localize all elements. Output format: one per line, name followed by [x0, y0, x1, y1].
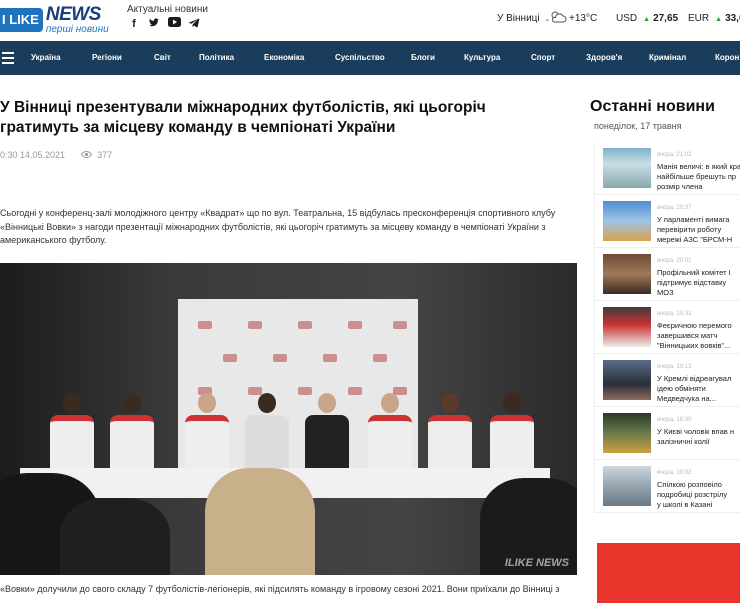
logo-ilike: I LIKE	[0, 8, 43, 32]
weather-widget: +13°C	[549, 10, 597, 27]
cloud-sun-icon	[549, 10, 567, 27]
latest-news-date: понеділок, 17 травня	[594, 121, 682, 131]
facebook-icon[interactable]: f	[127, 17, 141, 31]
advertisement-banner[interactable]	[597, 543, 740, 603]
youtube-icon[interactable]	[167, 17, 181, 31]
arrow-up-icon: ▲	[715, 16, 723, 23]
nav-item-crime[interactable]: Кримінал	[649, 53, 686, 62]
list-item[interactable]: вчора, 20:37 У парламенті вимага перевір…	[595, 195, 740, 248]
news-thumbnail	[603, 254, 651, 294]
social-links: f	[127, 17, 201, 31]
latest-news-list: вчора, 21:02 Манія величі: в який кра на…	[594, 142, 740, 513]
news-thumbnail	[603, 466, 651, 506]
site-header: I LIKE NEWS перші новини Актуальні новин…	[0, 0, 740, 41]
latest-news-title: Останні новини	[590, 98, 715, 115]
twitter-icon[interactable]	[147, 17, 161, 31]
news-thumbnail	[603, 360, 651, 400]
list-item[interactable]: вчора, 18:02 Спілкою розповіло подробиці…	[595, 460, 740, 513]
photo-watermark: ILIKE NEWS	[504, 557, 569, 569]
nav-item-ukraine[interactable]: Україна	[31, 53, 61, 62]
article-lead: Сьогодні у конференц-залі молодіжного це…	[0, 208, 556, 245]
actual-news-label[interactable]: Актуальні новини	[127, 4, 208, 15]
list-item[interactable]: вчора, 19:13 У Кремлі відреагувал ідею о…	[595, 354, 740, 407]
news-thumbnail	[603, 148, 651, 188]
currency-usd: USD ▲ 27,65	[616, 13, 679, 24]
news-thumbnail	[603, 307, 651, 347]
site-logo[interactable]: I LIKE NEWS перші новини	[0, 4, 109, 36]
list-item[interactable]: вчора, 18:30 У Києві чоловік впав н залі…	[595, 407, 740, 460]
eye-icon	[80, 150, 93, 160]
article-date: 0:30 14.05.2021	[0, 150, 66, 160]
main-nav: Україна Регіони Світ Політика Економіка …	[0, 41, 740, 75]
list-item[interactable]: вчора, 19:32 Феєричною перемого завершив…	[595, 301, 740, 354]
news-thumbnail	[603, 201, 651, 241]
temperature: +13°C	[569, 13, 598, 24]
nav-item-corona[interactable]: Корон	[715, 53, 739, 62]
currency-eur: EUR▲33,60	[688, 13, 740, 24]
news-thumbnail	[603, 413, 651, 453]
arrow-up-icon: ▲	[643, 16, 651, 23]
telegram-icon[interactable]	[187, 17, 201, 31]
article-title: У Вінниці презентували міжнародних футбо…	[0, 99, 486, 136]
city-selector[interactable]: У Вінниці ⌄	[497, 13, 550, 24]
article-paragraph: «Вовки» долучили до свого складу 7 футбо…	[0, 584, 560, 594]
logo-news-text: NEWS	[45, 3, 101, 25]
nav-item-blogs[interactable]: Блоги	[411, 53, 435, 62]
article-meta: 0:30 14.05.2021 377	[0, 150, 112, 160]
nav-item-regions[interactable]: Регіони	[92, 53, 122, 62]
list-item[interactable]: вчора, 20:01 Профільний комітет І підтри…	[595, 248, 740, 301]
article-photo: ILIKE NEWS	[0, 263, 577, 575]
hamburger-menu-icon[interactable]	[2, 52, 14, 67]
nav-item-health[interactable]: Здоров'я	[586, 53, 622, 62]
nav-item-economy[interactable]: Економіка	[264, 53, 304, 62]
nav-item-sport[interactable]: Спорт	[531, 53, 555, 62]
nav-item-world[interactable]: Світ	[154, 53, 171, 62]
logo-subtitle: перші новини	[45, 23, 109, 35]
nav-item-society[interactable]: Суспільство	[335, 53, 385, 62]
list-item[interactable]: вчора, 21:02 Манія величі: в який кра на…	[595, 142, 740, 195]
view-count: 377	[97, 150, 113, 160]
nav-item-culture[interactable]: Культура	[464, 53, 500, 62]
nav-item-politics[interactable]: Політика	[199, 53, 234, 62]
